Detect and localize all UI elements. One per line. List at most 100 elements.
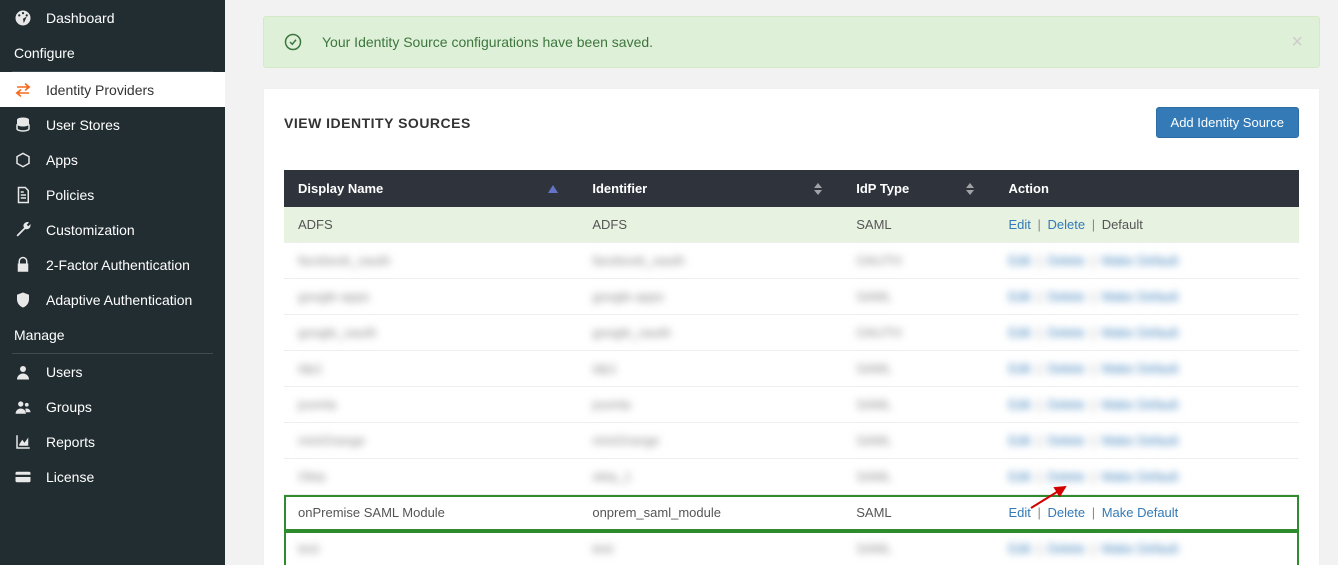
panel-header: VIEW IDENTITY SOURCES Add Identity Sourc… — [264, 89, 1319, 156]
table-row: idp1idp1SAMLEdit | Delete | Make Default — [284, 351, 1299, 387]
cell-display: facebook_oauth — [284, 243, 578, 279]
cell-actions: Edit | Delete | Default — [994, 207, 1299, 243]
cell-identifier: onprem_saml_module — [578, 495, 842, 531]
default-label: Default — [1102, 217, 1143, 232]
cell-identifier: test — [578, 531, 842, 565]
cell-idp: SAML — [842, 531, 994, 565]
action-edit[interactable]: Edit — [1008, 217, 1030, 232]
cell-actions: Edit | Delete | Make Default — [994, 315, 1299, 351]
action-delete[interactable]: Delete — [1048, 541, 1086, 556]
check-circle-icon — [284, 33, 302, 51]
cell-idp: SAML — [842, 423, 994, 459]
cell-actions: Edit | Delete | Make Default — [994, 279, 1299, 315]
cell-display: joomla — [284, 387, 578, 423]
cell-actions: Edit | Delete | Make Default — [994, 387, 1299, 423]
users-icon — [12, 398, 34, 416]
action-make-default[interactable]: Make Default — [1102, 433, 1179, 448]
action-make-default[interactable]: Make Default — [1102, 469, 1179, 484]
table-row: ADFSADFSSAMLEdit | Delete | Default — [284, 207, 1299, 243]
action-make-default[interactable]: Make Default — [1102, 289, 1179, 304]
sidebar-item-2fa[interactable]: 2-Factor Authentication — [0, 247, 225, 282]
main-content: Your Identity Source configurations have… — [225, 0, 1338, 565]
table-row: miniOrangeminiOrangeSAMLEdit | Delete | … — [284, 423, 1299, 459]
cell-actions: Edit | Delete | Make Default — [994, 531, 1299, 565]
sort-asc-icon — [548, 185, 558, 193]
action-edit[interactable]: Edit — [1008, 361, 1030, 376]
sidebar-item-label: Reports — [46, 434, 95, 450]
close-icon[interactable]: × — [1291, 32, 1303, 52]
cell-actions: Edit | Delete | Make Default — [994, 351, 1299, 387]
action-edit[interactable]: Edit — [1008, 469, 1030, 484]
action-delete[interactable]: Delete — [1048, 361, 1086, 376]
table-row: google-appsgoogle-appsSAMLEdit | Delete … — [284, 279, 1299, 315]
action-make-default[interactable]: Make Default — [1102, 541, 1179, 556]
action-delete[interactable]: Delete — [1048, 325, 1086, 340]
cell-actions: Edit | Delete | Make Default — [994, 423, 1299, 459]
sidebar-item-label: Policies — [46, 187, 94, 203]
action-make-default[interactable]: Make Default — [1102, 325, 1179, 340]
sidebar-item-label: Customization — [46, 222, 135, 238]
col-display-name[interactable]: Display Name — [284, 170, 578, 207]
exchange-icon — [12, 81, 34, 99]
action-edit[interactable]: Edit — [1008, 325, 1030, 340]
action-delete[interactable]: Delete — [1048, 469, 1086, 484]
col-idp-type[interactable]: IdP Type — [842, 170, 994, 207]
cell-actions: Edit | Delete | Make Default — [994, 495, 1299, 531]
action-make-default[interactable]: Make Default — [1102, 397, 1179, 412]
action-delete[interactable]: Delete — [1048, 253, 1086, 268]
sidebar-item-policies[interactable]: Policies — [0, 177, 225, 212]
sidebar-item-apps[interactable]: Apps — [0, 142, 225, 177]
sidebar-item-users[interactable]: Users — [0, 354, 225, 389]
chart-icon — [12, 433, 34, 451]
cell-actions: Edit | Delete | Make Default — [994, 243, 1299, 279]
sidebar-item-label: License — [46, 469, 94, 485]
sidebar-item-dashboard[interactable]: Dashboard — [0, 0, 225, 35]
sidebar-item-license[interactable]: License — [0, 459, 225, 494]
action-make-default[interactable]: Make Default — [1102, 361, 1179, 376]
action-make-default[interactable]: Make Default — [1102, 505, 1179, 520]
alert-text: Your Identity Source configurations have… — [322, 34, 653, 50]
cell-display: Okta — [284, 459, 578, 495]
cell-actions: Edit | Delete | Make Default — [994, 459, 1299, 495]
action-delete[interactable]: Delete — [1048, 397, 1086, 412]
action-delete[interactable]: Delete — [1048, 289, 1086, 304]
cell-display: google-apps — [284, 279, 578, 315]
action-edit[interactable]: Edit — [1008, 433, 1030, 448]
action-edit[interactable]: Edit — [1008, 505, 1030, 520]
cell-identifier: ADFS — [578, 207, 842, 243]
sidebar-item-label: Identity Providers — [46, 82, 154, 98]
action-edit[interactable]: Edit — [1008, 253, 1030, 268]
sidebar-section-manage: Manage — [0, 317, 225, 353]
sidebar-item-customization[interactable]: Customization — [0, 212, 225, 247]
cell-identifier: joomla — [578, 387, 842, 423]
cube-icon — [12, 151, 34, 169]
action-edit[interactable]: Edit — [1008, 397, 1030, 412]
cell-display: ADFS — [284, 207, 578, 243]
cell-identifier: okta_1 — [578, 459, 842, 495]
col-identifier[interactable]: Identifier — [578, 170, 842, 207]
card-icon — [12, 468, 34, 486]
action-delete[interactable]: Delete — [1048, 217, 1086, 232]
table-row: onPremise SAML Moduleonprem_saml_moduleS… — [284, 495, 1299, 531]
table-row: facebook_oauthfacebook_oauthOAUTHEdit | … — [284, 243, 1299, 279]
action-make-default[interactable]: Make Default — [1102, 253, 1179, 268]
sidebar-item-reports[interactable]: Reports — [0, 424, 225, 459]
wrench-icon — [12, 221, 34, 239]
action-edit[interactable]: Edit — [1008, 289, 1030, 304]
action-delete[interactable]: Delete — [1048, 505, 1086, 520]
cell-identifier: google-apps — [578, 279, 842, 315]
panel-body: Display Name Identifier — [264, 156, 1319, 565]
sidebar-item-groups[interactable]: Groups — [0, 389, 225, 424]
sidebar-item-identity-providers[interactable]: Identity Providers — [0, 72, 225, 107]
action-edit[interactable]: Edit — [1008, 541, 1030, 556]
sidebar-item-label: Groups — [46, 399, 92, 415]
sidebar-item-adaptive-auth[interactable]: Adaptive Authentication — [0, 282, 225, 317]
add-identity-source-button[interactable]: Add Identity Source — [1156, 107, 1299, 138]
cell-display: miniOrange — [284, 423, 578, 459]
cell-idp: OAUTH — [842, 315, 994, 351]
cell-identifier: idp1 — [578, 351, 842, 387]
identity-sources-panel: VIEW IDENTITY SOURCES Add Identity Sourc… — [263, 88, 1320, 565]
sidebar-item-user-stores[interactable]: User Stores — [0, 107, 225, 142]
table-row: joomlajoomlaSAMLEdit | Delete | Make Def… — [284, 387, 1299, 423]
action-delete[interactable]: Delete — [1048, 433, 1086, 448]
